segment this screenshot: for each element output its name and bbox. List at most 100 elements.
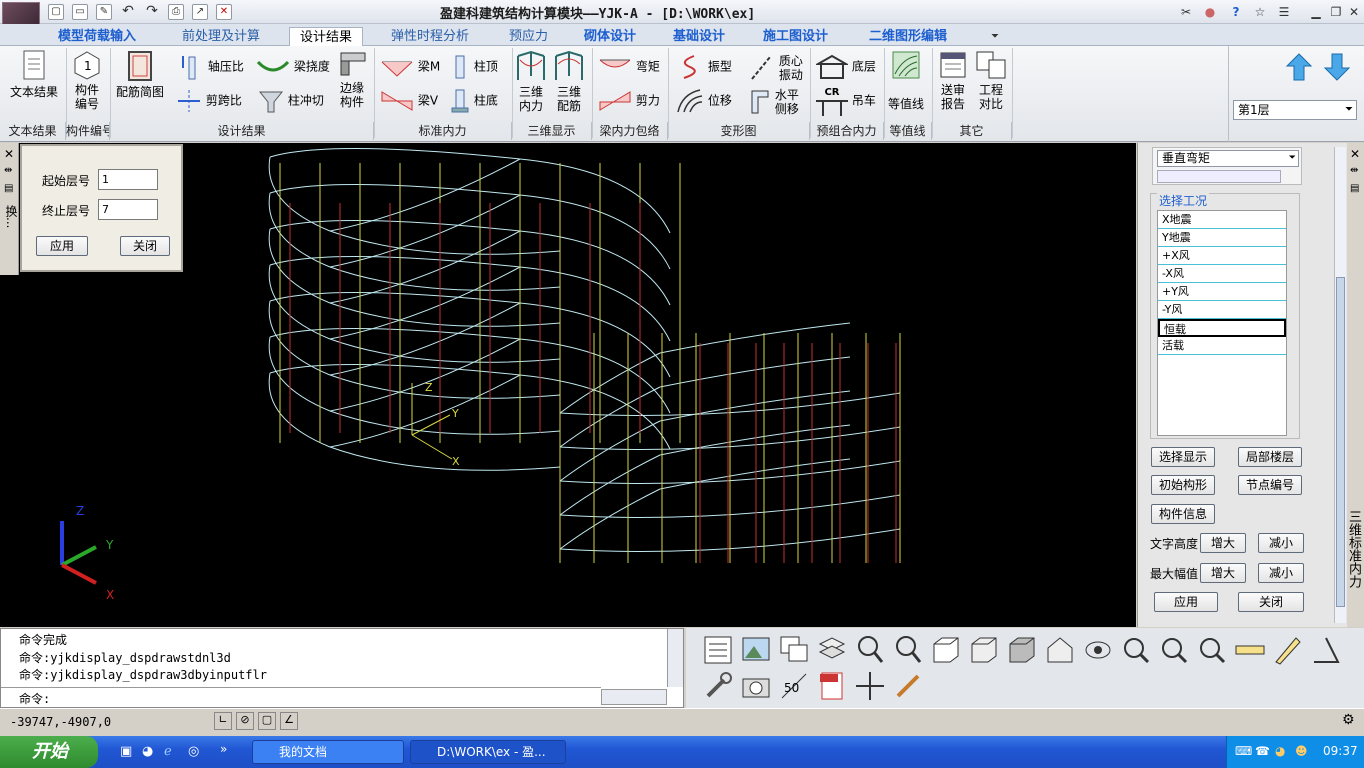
load-case-item[interactable]: X地震	[1158, 211, 1286, 229]
scale-icon[interactable]: 50	[778, 670, 810, 702]
load-case-item[interactable]: Y地震	[1158, 229, 1286, 247]
tab-2d-edit[interactable]: 二维图形编辑	[869, 27, 947, 46]
ie-icon[interactable]: ℯ	[164, 744, 172, 759]
tools-icon[interactable]: ✂	[1177, 3, 1195, 21]
close-icon[interactable]: ✕	[4, 147, 14, 161]
end-floor-input[interactable]: 7	[98, 199, 158, 220]
tab-preprocess[interactable]: 前处理及计算	[182, 27, 260, 46]
beam-m-button[interactable]: 梁M	[380, 54, 440, 80]
properties-icon[interactable]	[702, 634, 734, 666]
snap-icon[interactable]: ⊘	[236, 712, 254, 730]
zoom-window-icon[interactable]	[1158, 634, 1190, 666]
mode-shape-button[interactable]: 振型	[674, 54, 732, 80]
zoom-previous-icon[interactable]	[1196, 634, 1228, 666]
pin-icon[interactable]: ⇹	[1350, 165, 1358, 176]
bottom-layer-button[interactable]: 底层	[816, 54, 876, 80]
camera-icon[interactable]	[740, 670, 772, 702]
tab-construction-drawing[interactable]: 施工图设计	[763, 27, 828, 46]
task-yjk[interactable]: D:\WORK\ex - 盈...	[410, 740, 566, 764]
help-icon[interactable]: ?	[1227, 3, 1245, 21]
angle-icon[interactable]	[1310, 634, 1342, 666]
network-icon[interactable]: ☎	[1255, 744, 1270, 758]
shear-button[interactable]: 剪力	[598, 88, 660, 114]
close-icon[interactable]: ✕	[1345, 3, 1363, 21]
load-case-item[interactable]: -X风	[1158, 265, 1286, 283]
tab-model-load[interactable]: 模型荷载输入	[58, 27, 136, 46]
load-case-item[interactable]: 活载	[1158, 337, 1286, 355]
moment-button[interactable]: 弯矩	[598, 54, 660, 80]
rebar-diagram-button[interactable]: 配筋简图	[112, 50, 168, 99]
user-icon[interactable]: ●	[1201, 3, 1219, 21]
command-v-scrollbar[interactable]	[667, 629, 683, 687]
wrench-icon[interactable]	[702, 670, 734, 702]
amplitude-decrease-button[interactable]: 减小	[1258, 563, 1304, 583]
box-solid-icon[interactable]	[1006, 634, 1038, 666]
qq-icon[interactable]: ◕	[142, 744, 153, 759]
column-top-button[interactable]: 柱顶	[450, 54, 498, 80]
box-wire-icon[interactable]	[968, 634, 1000, 666]
tab-time-history[interactable]: 弹性时程分析	[391, 27, 469, 46]
zoom-text-out-icon[interactable]	[892, 634, 924, 666]
crane-button[interactable]: CR 吊车	[816, 86, 876, 116]
horizontal-drift-button[interactable]: 水平侧移	[748, 88, 800, 116]
redo-icon[interactable]: ↷	[144, 4, 160, 20]
minimize-icon[interactable]: ▁	[1307, 3, 1325, 21]
menu-icon[interactable]: ▤	[1350, 183, 1359, 194]
tab-prestress[interactable]: 预应力	[509, 27, 548, 46]
close-file-icon[interactable]: ✕	[216, 4, 232, 20]
measure-icon[interactable]	[1234, 634, 1266, 666]
ruler-icon[interactable]	[1272, 634, 1304, 666]
project-compare-button[interactable]: 工程对比	[974, 50, 1008, 111]
pan-icon[interactable]	[854, 670, 886, 702]
moment-type-select[interactable]: 垂直弯矩 ⏷	[1157, 150, 1299, 167]
layer-down-icon[interactable]	[1323, 52, 1351, 82]
undo-icon[interactable]: ↶	[120, 4, 136, 20]
restore-icon[interactable]: ❐	[1327, 3, 1345, 21]
amplitude-increase-button[interactable]: 增大	[1200, 563, 1246, 583]
member-info-button[interactable]: 构件信息	[1151, 504, 1215, 524]
close-icon[interactable]: ✕	[1350, 147, 1360, 161]
new-icon[interactable]: ▢	[48, 4, 64, 20]
save-icon[interactable]: ✎	[96, 4, 112, 20]
tab-masonry[interactable]: 砌体设计	[584, 27, 636, 46]
open-icon[interactable]: ▭	[72, 4, 88, 20]
text-height-decrease-button[interactable]: 减小	[1258, 533, 1304, 553]
member-no-button[interactable]: 1 构件编号	[70, 50, 104, 111]
browser-icon[interactable]: ◎	[188, 744, 199, 759]
qq-tray-icon[interactable]: ◕	[1275, 744, 1285, 758]
column-bottom-button[interactable]: 柱底	[450, 88, 498, 114]
local-floor-button[interactable]: 局部楼层	[1238, 447, 1302, 467]
zoom-extents-icon[interactable]	[1120, 634, 1152, 666]
quick-launch-icon[interactable]: ▣	[120, 744, 132, 759]
menu-icon[interactable]: ▤	[4, 183, 13, 194]
command-h-scrollbar[interactable]	[601, 689, 667, 705]
ortho-icon[interactable]: ∟	[214, 712, 232, 730]
layer-select[interactable]: 第1层 ⏷	[1233, 100, 1357, 120]
image-icon[interactable]	[740, 634, 772, 666]
window-list-icon[interactable]: ☰	[1275, 3, 1293, 21]
print-icon[interactable]: ⎙	[168, 4, 184, 20]
export-icon[interactable]: ↗	[192, 4, 208, 20]
tab-foundation[interactable]: 基础设计	[673, 27, 725, 46]
load-case-item[interactable]: -Y风	[1158, 301, 1286, 319]
brush-icon[interactable]	[892, 670, 924, 702]
text-height-increase-button[interactable]: 增大	[1200, 533, 1246, 553]
node-number-button[interactable]: 节点编号	[1238, 475, 1302, 495]
tab-overflow-icon[interactable]: ⏷	[991, 27, 999, 46]
internal-3d-button[interactable]: 三维内力	[516, 50, 546, 113]
displacement-button[interactable]: 位移	[674, 88, 732, 114]
task-my-documents[interactable]: 我的文档	[252, 740, 404, 764]
polar-icon[interactable]: ∠	[280, 712, 298, 730]
initial-shape-button[interactable]: 初始构形	[1151, 475, 1215, 495]
box-view-icon[interactable]	[930, 634, 962, 666]
start-button[interactable]: 开始	[0, 736, 98, 768]
floor-close-button[interactable]: 关闭	[120, 236, 170, 256]
layer-up-icon[interactable]	[1285, 52, 1313, 82]
layers-icon[interactable]	[816, 634, 848, 666]
load-case-item[interactable]: +Y风	[1158, 283, 1286, 301]
contour-button[interactable]: 等值线	[886, 50, 926, 111]
edge-member-button[interactable]: 边缘构件	[336, 50, 368, 109]
load-case-item[interactable]: 恒载	[1158, 319, 1286, 337]
windows-icon[interactable]	[778, 634, 810, 666]
zoom-text-in-icon[interactable]	[854, 634, 886, 666]
